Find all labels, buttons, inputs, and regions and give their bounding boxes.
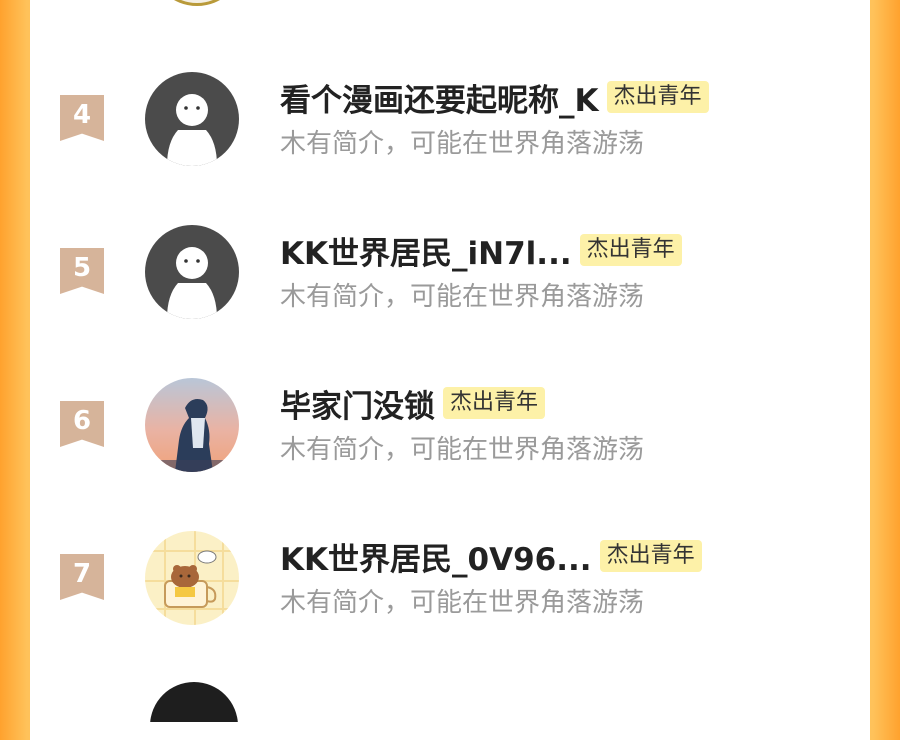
avatar[interactable] bbox=[145, 72, 239, 166]
title-badge: 杰出青年 bbox=[443, 387, 546, 419]
rank-ribbon: 6 bbox=[60, 401, 104, 447]
next-row-avatar-partial[interactable] bbox=[150, 682, 244, 722]
user-name[interactable]: KK世界居民_iN7l... bbox=[280, 228, 572, 273]
user-bio: 木有简介，可能在世界角落游荡 bbox=[280, 588, 645, 618]
avatar[interactable] bbox=[145, 378, 239, 472]
user-bio: 木有简介，可能在世界角落游荡 bbox=[280, 129, 645, 159]
rank-row[interactable]: 5 KK世界居民_iN7l... 杰出青年 木有简介，可能在世界角落游荡 bbox=[30, 220, 870, 330]
avatar[interactable] bbox=[145, 225, 239, 319]
user-name[interactable]: KK世界居民_0V96... bbox=[280, 534, 592, 579]
default-ghost-avatar-icon bbox=[145, 72, 239, 166]
rank-row[interactable]: 4 看个漫画还要起昵称_K 杰出青年 木有简介，可能在世界角落游荡 bbox=[30, 67, 870, 177]
user-bio: 木有简介，可能在世界角落游荡 bbox=[280, 282, 645, 312]
title-badge: 杰出青年 bbox=[599, 540, 702, 572]
user-bio: 木有简介，可能在世界角落游荡 bbox=[280, 435, 645, 465]
name-line: 看个漫画还要起昵称_K 杰出青年 bbox=[280, 75, 709, 120]
rank-ribbon: 5 bbox=[60, 248, 104, 294]
user-name[interactable]: 毕家门没锁 bbox=[280, 381, 435, 426]
name-line: 毕家门没锁 杰出青年 bbox=[280, 381, 546, 426]
title-badge: 杰出青年 bbox=[606, 81, 709, 113]
rank-ribbon: 7 bbox=[60, 554, 104, 600]
top-cutoff-avatar[interactable] bbox=[150, 0, 244, 10]
rank-row[interactable]: 6 毕家门没锁 杰出青年 木有简介，可能在世界角落游荡 bbox=[30, 373, 870, 483]
name-line: KK世界居民_iN7l... 杰出青年 bbox=[280, 228, 682, 273]
title-badge: 杰出青年 bbox=[579, 234, 682, 266]
rank-ribbon: 4 bbox=[60, 95, 104, 141]
ranking-card: 4 看个漫画还要起昵称_K 杰出青年 木有简介，可能在世界角落游荡 5 KK世界… bbox=[30, 0, 870, 740]
default-ghost-avatar-icon bbox=[145, 225, 239, 319]
user-name[interactable]: 看个漫画还要起昵称_K bbox=[280, 75, 599, 120]
name-line: KK世界居民_0V96... 杰出青年 bbox=[280, 534, 702, 579]
silhouette-sunset-avatar-icon bbox=[145, 378, 239, 472]
cartoon-animal-avatar-icon bbox=[145, 531, 239, 625]
rank-row[interactable]: 7 KK世界居民_0V96... 杰出青年 木有简介，可能在世界角落游荡 bbox=[30, 526, 870, 636]
avatar[interactable] bbox=[145, 531, 239, 625]
